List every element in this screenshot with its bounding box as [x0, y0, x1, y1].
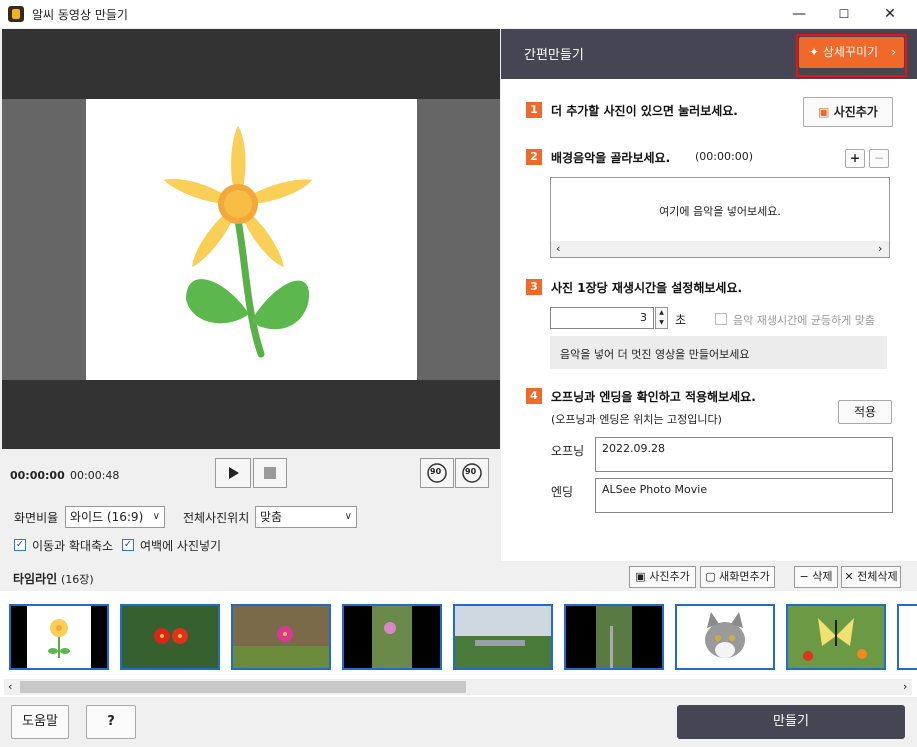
current-time: 00:00:00	[10, 469, 65, 482]
position-label: 전체사진위치	[183, 511, 250, 525]
maximize-button[interactable]: ☐	[821, 0, 867, 28]
delete-all-button[interactable]: ✕ 전체삭제	[841, 566, 901, 588]
equal-duration-label: 음악 재생시간에 균등하게 맞춤	[733, 314, 876, 327]
music-placeholder: 여기에 음악을 넣어보세요.	[659, 205, 781, 218]
timeline-thumbnail[interactable]	[897, 604, 917, 670]
ending-input[interactable]: ALSee Photo Movie	[595, 478, 893, 513]
opening-label: 오프닝	[551, 444, 585, 458]
aspect-select[interactable]: 와이드 (16:9) ∨	[65, 506, 165, 528]
red-flowers-photo	[122, 606, 218, 668]
question-button[interactable]: ?	[86, 705, 136, 739]
seconds-input[interactable]: 3	[550, 307, 654, 329]
fill-margin-checkbox[interactable]: ✓	[122, 539, 134, 551]
timeline-thumbnail[interactable]	[231, 604, 331, 670]
timeline-scroll-thumb[interactable]	[20, 681, 466, 693]
cat-photo	[705, 612, 745, 658]
timeline-add-photo-button[interactable]: ▣ 사진추가	[629, 566, 696, 588]
delete-all-label: 전체삭제	[857, 570, 898, 583]
add-photo-button[interactable]: ▣ 사진추가	[803, 97, 893, 127]
chevron-down-icon: ∨	[152, 511, 160, 522]
make-button[interactable]: 만들기	[677, 705, 905, 739]
step-3-text: 사진 1장당 재생시간을 설정해보세요.	[551, 281, 743, 295]
pan-zoom-label: 이동과 확대축소	[32, 539, 114, 553]
delete-button[interactable]: − 삭제	[794, 566, 838, 588]
rotate-left-label: 90	[430, 467, 442, 476]
minus-icon: −	[799, 570, 809, 583]
total-time: 00:00:48	[70, 469, 120, 482]
butterfly-photo	[788, 606, 884, 668]
position-value: 맞춤	[260, 510, 283, 524]
timeline-count: (16장)	[61, 573, 94, 586]
fill-margin-label: 여백에 사진넣기	[140, 539, 222, 553]
stop-icon	[264, 467, 276, 479]
play-icon	[229, 467, 239, 479]
field-landscape-photo	[455, 606, 551, 668]
scroll-left-icon[interactable]: ‹	[556, 242, 560, 255]
step-3-number: 3	[526, 279, 542, 295]
aspect-label: 화면비율	[14, 511, 59, 525]
fence-portrait-photo	[596, 606, 632, 668]
flower-illustration-icon	[27, 606, 91, 668]
timeline-thumbnail[interactable]	[342, 604, 442, 670]
minimize-button[interactable]: —	[776, 0, 822, 28]
remove-music-button[interactable]: −	[869, 149, 889, 168]
equal-duration-checkbox[interactable]	[715, 313, 727, 325]
step-4-note: (오프닝과 엔딩은 위치는 고정입니다)	[551, 413, 722, 426]
rotate-right-button[interactable]: 90	[455, 458, 489, 488]
flower-illustration-icon	[163, 126, 313, 358]
scroll-right-icon[interactable]: ›	[878, 242, 882, 255]
step-2-number: 2	[526, 149, 542, 165]
highlight-box	[796, 34, 907, 77]
aspect-value: 와이드 (16:9)	[70, 510, 144, 524]
pan-zoom-checkbox[interactable]: ✓	[14, 539, 26, 551]
hint-text: 음악을 넣어 더 멋진 영상을 만들어보세요	[560, 348, 750, 361]
step-1-text: 더 추가할 사진이 있으면 눌러보세요.	[551, 104, 738, 118]
help-button[interactable]: 도움말	[11, 705, 69, 739]
stop-button[interactable]	[253, 458, 287, 488]
play-button[interactable]	[215, 458, 251, 488]
opening-input[interactable]: 2022.09.28	[595, 437, 893, 472]
step-1-number: 1	[526, 102, 542, 118]
rotate-right-label: 90	[465, 467, 477, 476]
music-scrollbar[interactable]	[551, 241, 889, 257]
step-2-text: 배경음악을 골라보세요.	[551, 151, 671, 165]
add-photo-icon: ▣	[818, 105, 830, 119]
scroll-right-icon[interactable]: ›	[903, 680, 907, 693]
add-screen-button[interactable]: ▢ 새화면추가	[700, 566, 775, 588]
add-screen-icon: ▢	[705, 570, 716, 583]
pink-cosmos-photo	[233, 606, 329, 668]
step-4-number: 4	[526, 388, 542, 404]
timeline-header	[0, 561, 917, 591]
ending-label: 엔딩	[551, 485, 574, 499]
cosmos-portrait-photo	[372, 606, 412, 668]
chevron-down-icon: ∨	[344, 511, 352, 522]
music-duration: (00:00:00)	[695, 150, 753, 163]
scroll-left-icon[interactable]: ‹	[8, 680, 12, 693]
seconds-unit: 초	[675, 313, 687, 327]
delete-label: 삭제	[812, 570, 833, 583]
add-photo-icon: ▣	[635, 570, 646, 583]
step-4-text: 오프닝과 엔딩을 확인하고 적용해보세요.	[551, 390, 756, 404]
add-music-button[interactable]: +	[845, 149, 865, 168]
app-icon	[8, 6, 24, 22]
timeline-thumbnail[interactable]	[120, 604, 220, 670]
rotate-left-button[interactable]: 90	[420, 458, 454, 488]
add-photo-label: 사진추가	[833, 105, 878, 119]
apply-button[interactable]: 적용	[838, 400, 892, 424]
close-icon: ✕	[844, 570, 854, 583]
timeline-add-photo-label: 사진추가	[649, 570, 690, 583]
close-button[interactable]: ✕	[867, 0, 913, 28]
timeline-thumbnail[interactable]	[675, 604, 775, 670]
preview-image	[86, 99, 417, 380]
timeline-thumbnail[interactable]	[786, 604, 886, 670]
position-select[interactable]: 맞춤 ∨	[255, 506, 357, 528]
timeline-thumbnail[interactable]	[453, 604, 553, 670]
timeline-title: 타임라인	[13, 572, 58, 586]
panel-title: 간편만들기	[524, 48, 584, 63]
window-title: 알씨 동영상 만들기	[32, 8, 128, 22]
timeline-thumbnail[interactable]	[9, 604, 109, 670]
timeline-thumbnail[interactable]	[564, 604, 664, 670]
add-screen-label: 새화면추가	[719, 570, 770, 583]
seconds-stepper[interactable]: ▲ ▼	[655, 307, 668, 329]
